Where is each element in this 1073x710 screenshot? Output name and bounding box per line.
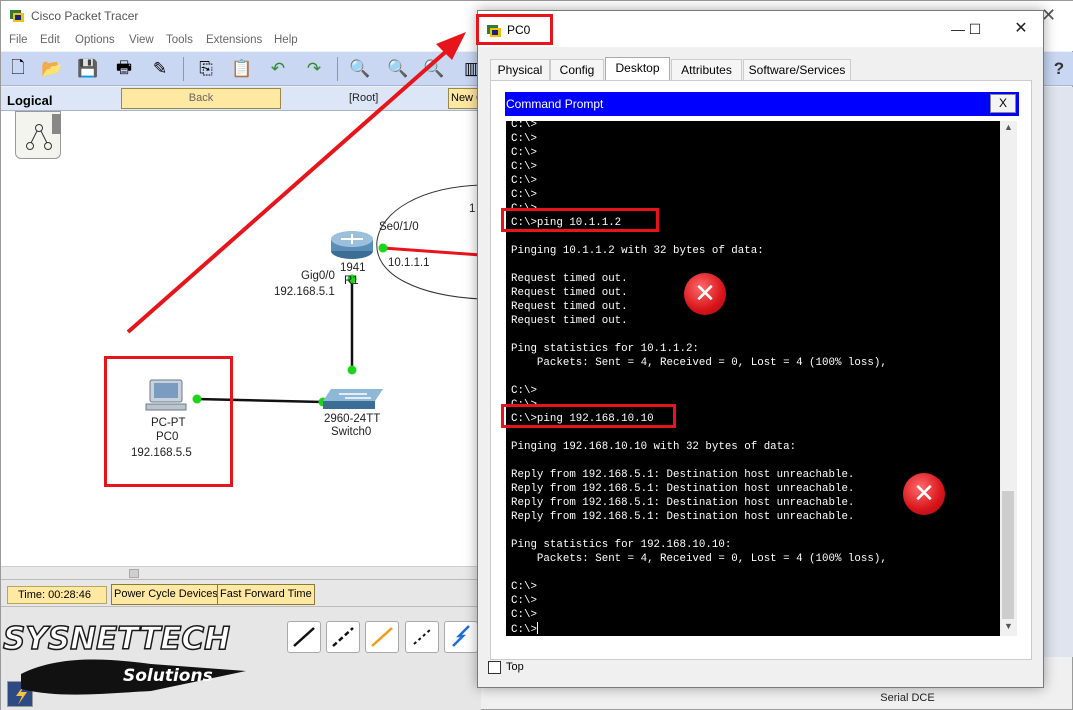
ping-192-highlight-box (501, 404, 676, 428)
pc0-highlight-box (104, 356, 233, 487)
pc0-title-highlight-box (476, 14, 553, 45)
error-icon: ✕ (903, 473, 945, 515)
ping-10-highlight-box (501, 208, 659, 232)
annotation-arrow (126, 32, 466, 334)
error-icon: ✕ (684, 273, 726, 315)
